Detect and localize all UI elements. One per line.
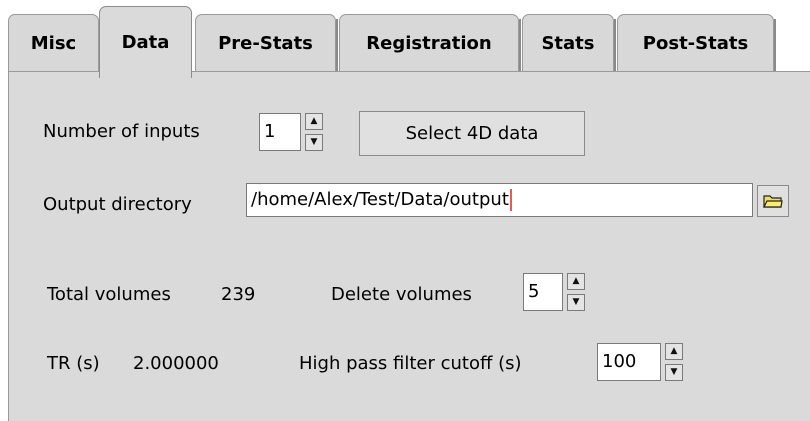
tab-data-label: Data bbox=[121, 32, 170, 53]
decrement-button[interactable]: ▼ bbox=[567, 294, 585, 311]
arrow-down-icon: ▼ bbox=[670, 367, 678, 377]
number-of-inputs-arrows: ▲ ▼ bbox=[305, 113, 325, 151]
number-of-inputs-label: Number of inputs bbox=[43, 121, 200, 142]
increment-button[interactable]: ▲ bbox=[567, 273, 585, 290]
high-pass-filter-field[interactable]: 100 bbox=[597, 343, 661, 381]
tab-data[interactable]: Data bbox=[99, 6, 192, 78]
delete-volumes-arrows: ▲ ▼ bbox=[567, 273, 587, 311]
tr-label: TR (s) bbox=[47, 353, 100, 374]
tab-misc-label: Misc bbox=[30, 33, 77, 54]
tab-registration-label: Registration bbox=[366, 33, 492, 54]
tab-post-stats-label: Post-Stats bbox=[642, 33, 749, 54]
high-pass-filter-label: High pass filter cutoff (s) bbox=[299, 353, 522, 374]
decrement-button[interactable]: ▼ bbox=[305, 134, 323, 151]
delete-volumes-label: Delete volumes bbox=[331, 284, 472, 305]
tab-divider bbox=[774, 19, 776, 72]
output-directory-value: /home/Alex/Test/Data/output bbox=[251, 189, 509, 210]
output-directory-label: Output directory bbox=[43, 194, 192, 215]
select-4d-data-label: Select 4D data bbox=[405, 123, 539, 144]
output-directory-input[interactable]: /home/Alex/Test/Data/output bbox=[246, 183, 753, 217]
tab-misc[interactable]: Misc bbox=[8, 14, 99, 72]
arrow-down-icon: ▼ bbox=[572, 297, 580, 307]
tab-divider bbox=[336, 19, 338, 72]
tab-post-stats[interactable]: Post-Stats bbox=[617, 14, 776, 72]
tab-stats[interactable]: Stats bbox=[522, 14, 616, 72]
high-pass-filter-arrows: ▲ ▼ bbox=[665, 343, 685, 381]
tab-pre-stats-label: Pre-Stats bbox=[218, 33, 313, 54]
browse-folder-button[interactable] bbox=[757, 185, 789, 217]
delete-volumes-field[interactable]: 5 bbox=[523, 273, 563, 311]
arrow-up-icon: ▲ bbox=[572, 276, 580, 286]
tab-pre-stats[interactable]: Pre-Stats bbox=[195, 14, 338, 72]
arrow-up-icon: ▲ bbox=[670, 346, 678, 356]
folder-icon bbox=[763, 195, 783, 208]
tab-divider bbox=[614, 19, 616, 72]
tab-registration[interactable]: Registration bbox=[339, 14, 521, 72]
total-volumes-value: 239 bbox=[221, 284, 256, 305]
text-cursor bbox=[509, 189, 512, 211]
high-pass-filter-spinbox: 100 ▲ ▼ bbox=[597, 343, 685, 381]
tr-value: 2.000000 bbox=[133, 353, 219, 374]
select-4d-data-button[interactable]: Select 4D data bbox=[359, 111, 585, 156]
increment-button[interactable]: ▲ bbox=[665, 343, 683, 360]
tab-bar: Misc Data Pre-Stats Registration Stats P… bbox=[0, 0, 810, 78]
arrow-down-icon: ▼ bbox=[310, 137, 318, 147]
number-of-inputs-field[interactable]: 1 bbox=[259, 113, 301, 151]
number-of-inputs-spinbox: 1 ▲ ▼ bbox=[259, 113, 325, 151]
increment-button[interactable]: ▲ bbox=[305, 113, 323, 130]
tab-divider bbox=[519, 19, 521, 72]
decrement-button[interactable]: ▼ bbox=[665, 364, 683, 381]
data-panel: Number of inputs 1 ▲ ▼ Select 4D data Ou… bbox=[8, 71, 810, 421]
delete-volumes-spinbox: 5 ▲ ▼ bbox=[523, 273, 587, 311]
total-volumes-label: Total volumes bbox=[47, 284, 171, 305]
tab-stats-label: Stats bbox=[541, 33, 595, 54]
arrow-up-icon: ▲ bbox=[310, 116, 318, 126]
